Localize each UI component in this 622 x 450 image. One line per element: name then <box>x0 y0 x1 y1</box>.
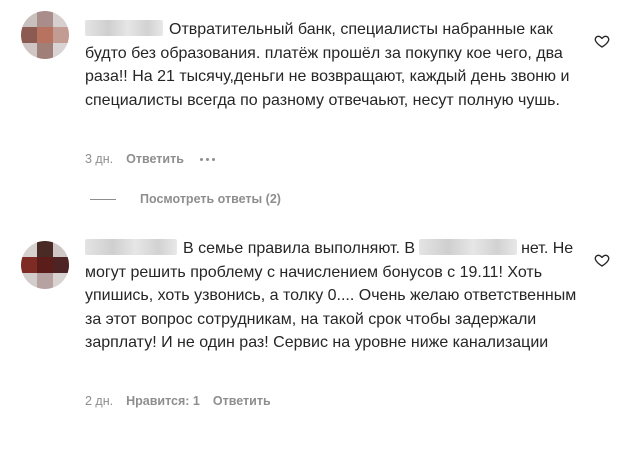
divider-line <box>90 198 116 200</box>
comment-time[interactable]: 2 дн. <box>85 394 113 408</box>
comment-text: В семье правила выполняют. Внет. Не могу… <box>85 239 577 351</box>
username-redacted[interactable] <box>85 239 177 255</box>
comment-text: Отвратительный банк, специалисты набранн… <box>85 20 570 109</box>
heart-outline-icon[interactable] <box>594 33 610 49</box>
view-replies-button[interactable]: Посмотреть ответы (2) <box>90 192 281 206</box>
more-dots-icon[interactable] <box>199 157 215 161</box>
view-replies-label: Посмотреть ответы (2) <box>140 192 281 206</box>
reply-button[interactable]: Ответить <box>126 152 184 166</box>
comment-meta: 2 дн. Нравится: 1 Ответить <box>85 394 271 408</box>
avatar[interactable] <box>21 11 69 59</box>
likes-count[interactable]: Нравится: 1 <box>126 394 200 408</box>
username-redacted[interactable] <box>85 20 163 36</box>
heart-outline-icon[interactable] <box>594 252 610 268</box>
comment-time[interactable]: 3 дн. <box>85 152 113 166</box>
avatar[interactable] <box>21 241 69 289</box>
redacted-text <box>419 239 518 255</box>
comment-meta: 3 дн. Ответить <box>85 152 215 166</box>
reply-button[interactable]: Ответить <box>213 394 271 408</box>
